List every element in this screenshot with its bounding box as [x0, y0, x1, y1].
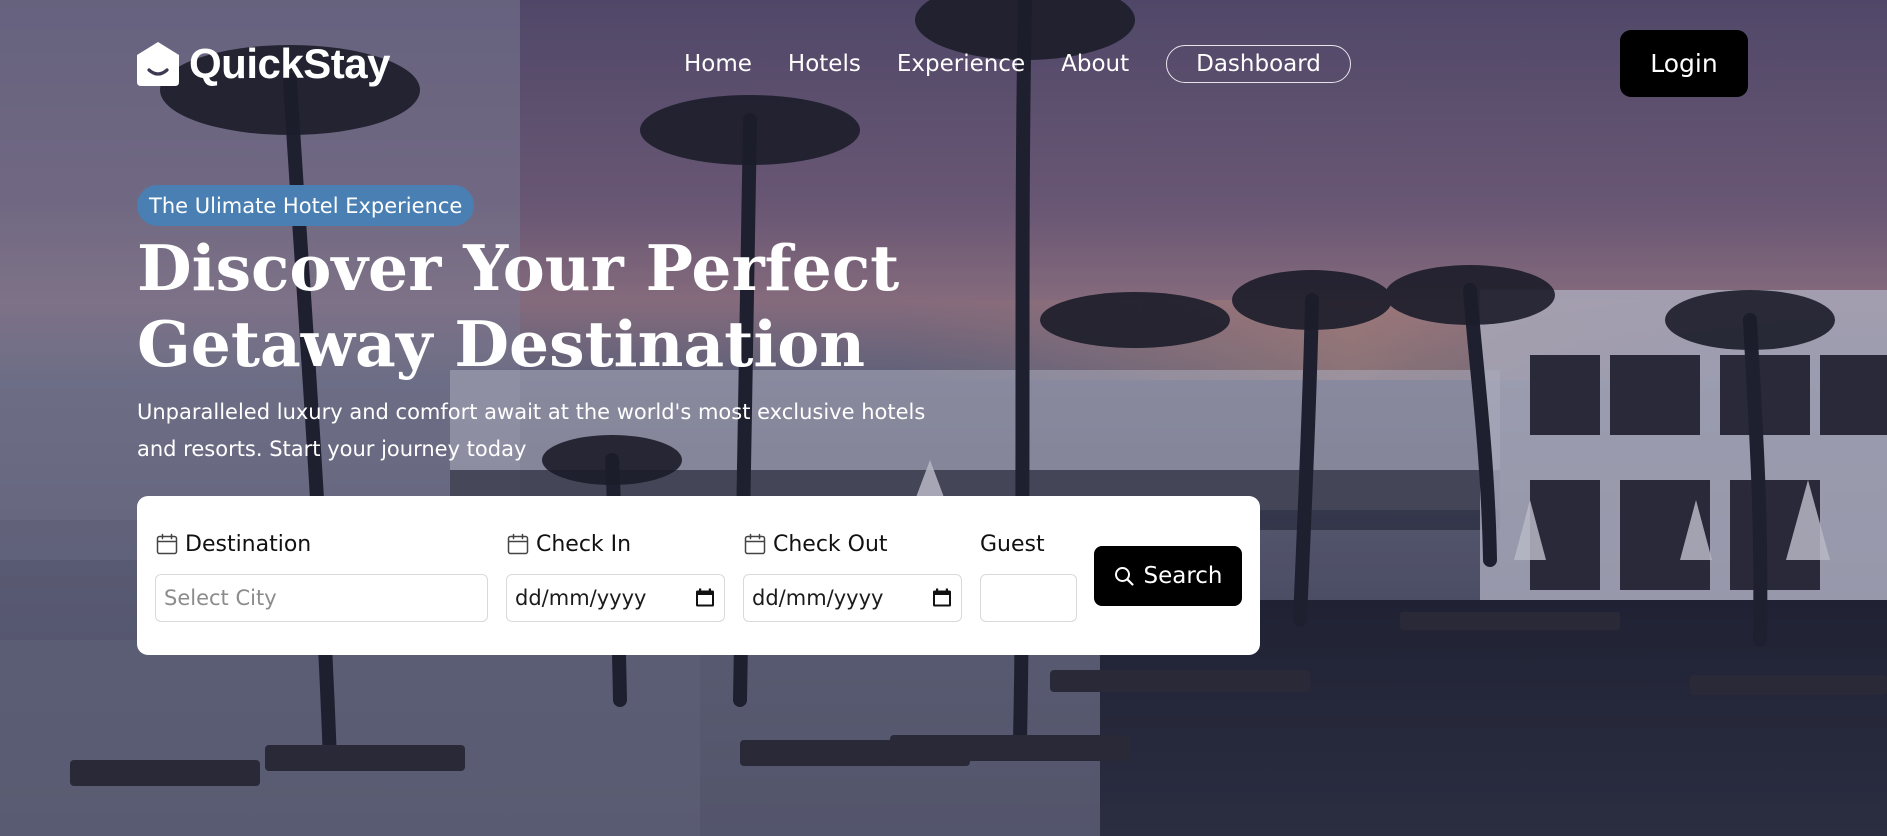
calendar-icon	[156, 533, 178, 555]
check-out-label: Check Out	[773, 531, 888, 557]
hero-section: QuickStay Home Hotels Experience About D…	[0, 0, 1887, 836]
calendar-picker-icon[interactable]	[931, 587, 953, 609]
nav-link-hotels[interactable]: Hotels	[788, 51, 861, 77]
brand-logo[interactable]: QuickStay	[137, 40, 390, 88]
calendar-icon	[507, 533, 529, 555]
check-in-label: Check In	[536, 531, 632, 557]
hero-subtext: Unparalleled luxury and comfort await at…	[137, 400, 926, 461]
hero-headline-line1: Discover Your Perfect	[137, 231, 900, 305]
main-nav: Home Hotels Experience About Dashboard	[684, 44, 1351, 84]
search-icon	[1115, 567, 1135, 586]
nav-link-experience[interactable]: Experience	[897, 51, 1025, 77]
calendar-picker-icon[interactable]	[694, 587, 716, 609]
house-smile-icon	[137, 42, 179, 86]
check-out-value: dd/mm/yyyy	[752, 586, 884, 610]
guest-label: Guest	[980, 531, 1045, 557]
destination-input[interactable]: Select City	[155, 574, 488, 622]
search-form: Destination Select City Check In dd/mm/y…	[137, 496, 1260, 655]
calendar-icon	[744, 533, 766, 555]
search-button[interactable]: Search	[1094, 546, 1242, 606]
hero-badge-label: The Ulimate Hotel Experience	[149, 193, 463, 218]
dashboard-button[interactable]: Dashboard	[1166, 45, 1351, 83]
hero-headline-line2: Getaway Destination	[137, 307, 866, 381]
destination-label-row: Destination	[155, 530, 485, 558]
destination-placeholder: Select City	[164, 586, 277, 610]
guest-field-group: Guest	[980, 530, 1077, 622]
check-in-value: dd/mm/yyyy	[515, 586, 647, 610]
search-button-label: Search	[1143, 563, 1223, 589]
check-out-field-group: Check Out dd/mm/yyyy	[743, 530, 962, 622]
login-button[interactable]: Login	[1620, 30, 1748, 97]
hero-badge: The Ulimate Hotel Experience	[137, 185, 475, 226]
check-in-date-input[interactable]: dd/mm/yyyy	[506, 574, 725, 622]
nav-link-home[interactable]: Home	[684, 51, 752, 77]
hero-headline: Discover Your Perfect Getaway Destinatio…	[137, 230, 1037, 382]
check-in-field-group: Check In dd/mm/yyyy	[506, 530, 725, 622]
brand-name: QuickStay	[189, 40, 390, 87]
destination-label: Destination	[185, 531, 312, 557]
check-out-label-row: Check Out	[743, 530, 962, 558]
check-in-label-row: Check In	[506, 530, 725, 558]
destination-field-group: Destination Select City	[155, 530, 488, 622]
guest-label-row: Guest	[980, 530, 1077, 558]
guest-input[interactable]	[980, 574, 1077, 622]
check-out-date-input[interactable]: dd/mm/yyyy	[743, 574, 962, 622]
nav-link-about[interactable]: About	[1061, 51, 1129, 77]
